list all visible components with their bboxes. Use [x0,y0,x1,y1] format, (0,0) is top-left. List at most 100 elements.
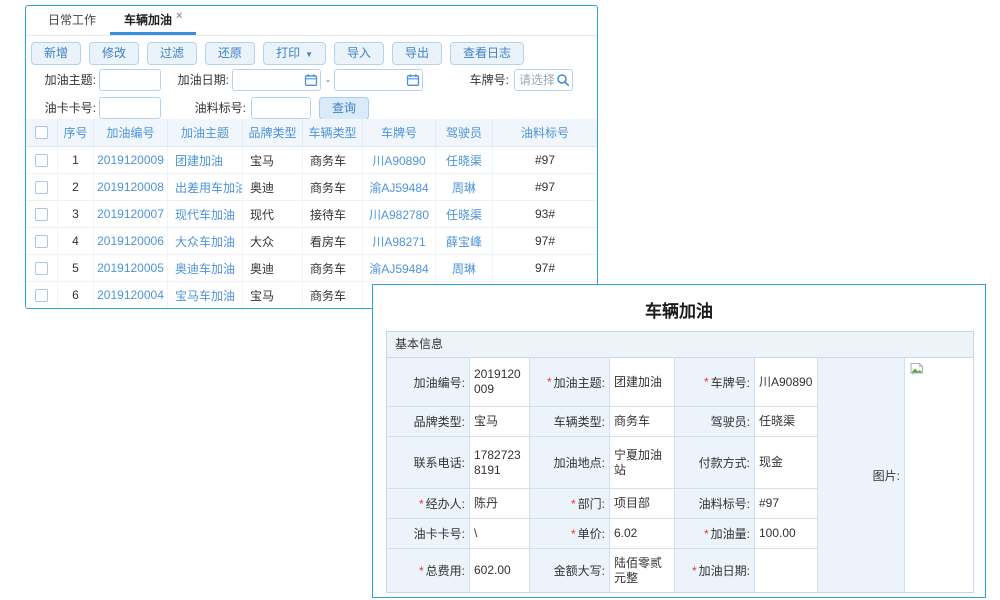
field-label: *单价: [530,519,610,549]
plate-link[interactable]: 川A98271 [372,233,425,250]
plate-link[interactable]: 渝AJ59484 [369,260,428,277]
field-value: 项目部 [610,489,675,519]
col-vtype: 车辆类型 [303,119,363,146]
subject-link[interactable]: 奥迪车加油 [175,260,235,277]
detail-grid: 加油编号: 2019120009 *加油主题: 团建加油 *车牌号: 川A908… [387,358,818,592]
field-value: 100.00 [755,519,818,549]
fuel-id-link[interactable]: 2019120004 [97,288,164,302]
subject-input[interactable] [99,69,161,91]
field-label: 金额大写: [530,549,610,592]
search-icon[interactable] [556,73,570,87]
edit-button[interactable]: 修改 [89,42,139,65]
card-input[interactable] [99,97,161,119]
grade-input[interactable] [251,97,311,119]
driver-link[interactable]: 薛宝峰 [446,233,482,250]
print-button[interactable]: 打印▼ [263,42,326,65]
basic-info-body: 加油编号: 2019120009 *加油主题: 团建加油 *车牌号: 川A908… [387,358,973,592]
tab-vehicle-fuel[interactable]: 车辆加油 × [110,6,196,35]
fuel-id-link[interactable]: 2019120008 [97,180,164,194]
date-label: 加油日期: [171,69,229,91]
fuel-id-link[interactable]: 2019120007 [97,207,164,221]
subject-link[interactable]: 团建加油 [175,152,223,169]
plate-link[interactable]: 渝AJ59484 [369,179,428,196]
tab-daily-work[interactable]: 日常工作 [34,6,110,35]
toolbar: 新增 修改 过滤 还原 打印▼ 导入 导出 查看日志 [31,42,532,65]
field-label: 加油地点: [530,437,610,489]
subject-link[interactable]: 宝马车加油 [175,287,235,304]
field-label: *加油量: [675,519,755,549]
driver-link[interactable]: 任晓渠 [446,206,482,223]
date-separator: - [326,69,330,91]
table-row: 3 2019120007 现代车加油 现代 接待车 川A982780 任晓渠 9… [26,201,597,228]
field-value: 宝马 [470,407,530,437]
section-title: 基本信息 [387,332,973,358]
tab-label: 车辆加油 [124,13,172,27]
required-marker: * [547,375,552,389]
field-label: 车辆类型: [530,407,610,437]
field-label: *加油主题: [530,358,610,407]
subject-link[interactable]: 出差用车加油 [175,179,243,196]
select-all-checkbox[interactable] [35,126,48,139]
subject-link[interactable]: 大众车加油 [175,233,235,250]
plate-label: 车牌号: [451,69,509,91]
col-plate: 车牌号 [363,119,436,146]
table-row: 5 2019120005 奥迪车加油 奥迪 商务车 渝AJ59484 周琳 97… [26,255,597,282]
col-grade: 油料标号 [493,119,597,146]
chevron-down-icon: ▼ [305,50,313,59]
field-value [755,549,818,592]
fuel-id-link[interactable]: 2019120009 [97,153,164,167]
field-value: 6.02 [610,519,675,549]
field-value: 602.00 [470,549,530,592]
field-value: 川A90890 [755,358,818,407]
row-checkbox[interactable] [35,289,48,302]
add-button[interactable]: 新增 [31,42,81,65]
driver-link[interactable]: 周琳 [452,260,476,277]
basic-info-fieldset: 基本信息 加油编号: 2019120009 *加油主题: 团建加油 *车牌号: … [386,331,974,593]
driver-link[interactable]: 周琳 [452,179,476,196]
subject-field-wrap [99,69,161,91]
row-checkbox[interactable] [35,154,48,167]
row-checkbox[interactable] [35,208,48,221]
field-label: *加油日期: [675,549,755,592]
vehicle-fuel-list-panel: 日常工作 车辆加油 × 新增 修改 过滤 还原 打印▼ 导入 导出 查看日志 加油… [25,5,598,309]
card-field-wrap [99,97,161,119]
required-marker: * [419,497,424,511]
image-label: 图片: [818,358,905,592]
fuel-id-link[interactable]: 2019120005 [97,261,164,275]
row-checkbox[interactable] [35,262,48,275]
required-marker: * [704,527,709,541]
restore-button[interactable]: 还原 [205,42,255,65]
calendar-icon[interactable] [304,73,318,87]
field-label: *部门: [530,489,610,519]
required-marker: * [692,564,697,578]
field-label: 油料标号: [675,489,755,519]
tab-bar: 日常工作 车辆加油 × [26,6,597,36]
field-label: 油卡卡号: [387,519,470,549]
plate-link[interactable]: 川A90890 [372,152,425,169]
subject-link[interactable]: 现代车加油 [175,206,235,223]
plate-link[interactable]: 川A982780 [369,206,429,223]
query-button[interactable]: 查询 [319,97,369,120]
view-log-button[interactable]: 查看日志 [450,42,524,65]
required-marker: * [571,497,576,511]
grade-label: 油料标号: [184,97,246,119]
image-cell [905,358,973,592]
fuel-detail-dialog: 车辆加油 基本信息 加油编号: 2019120009 *加油主题: 团建加油 *… [372,284,986,598]
row-checkbox[interactable] [35,181,48,194]
import-button[interactable]: 导入 [334,42,384,65]
field-label: 品牌类型: [387,407,470,437]
field-label: 加油编号: [387,358,470,407]
filter-button[interactable]: 过滤 [147,42,197,65]
table-row: 2 2019120008 出差用车加油 奥迪 商务车 渝AJ59484 周琳 #… [26,174,597,201]
export-button[interactable]: 导出 [392,42,442,65]
field-label: 驾驶员: [675,407,755,437]
driver-link[interactable]: 任晓渠 [446,152,482,169]
fuel-table: 序号 加油编号 加油主题 品牌类型 车辆类型 车牌号 驾驶员 油料标号 1 20… [26,119,597,309]
col-driver: 驾驶员 [436,119,493,146]
fuel-id-link[interactable]: 2019120006 [97,234,164,248]
field-value: 陆佰零贰元整 [610,549,675,592]
calendar-icon[interactable] [406,73,420,87]
field-value: \ [470,519,530,549]
row-checkbox[interactable] [35,235,48,248]
close-icon[interactable]: × [176,10,182,22]
